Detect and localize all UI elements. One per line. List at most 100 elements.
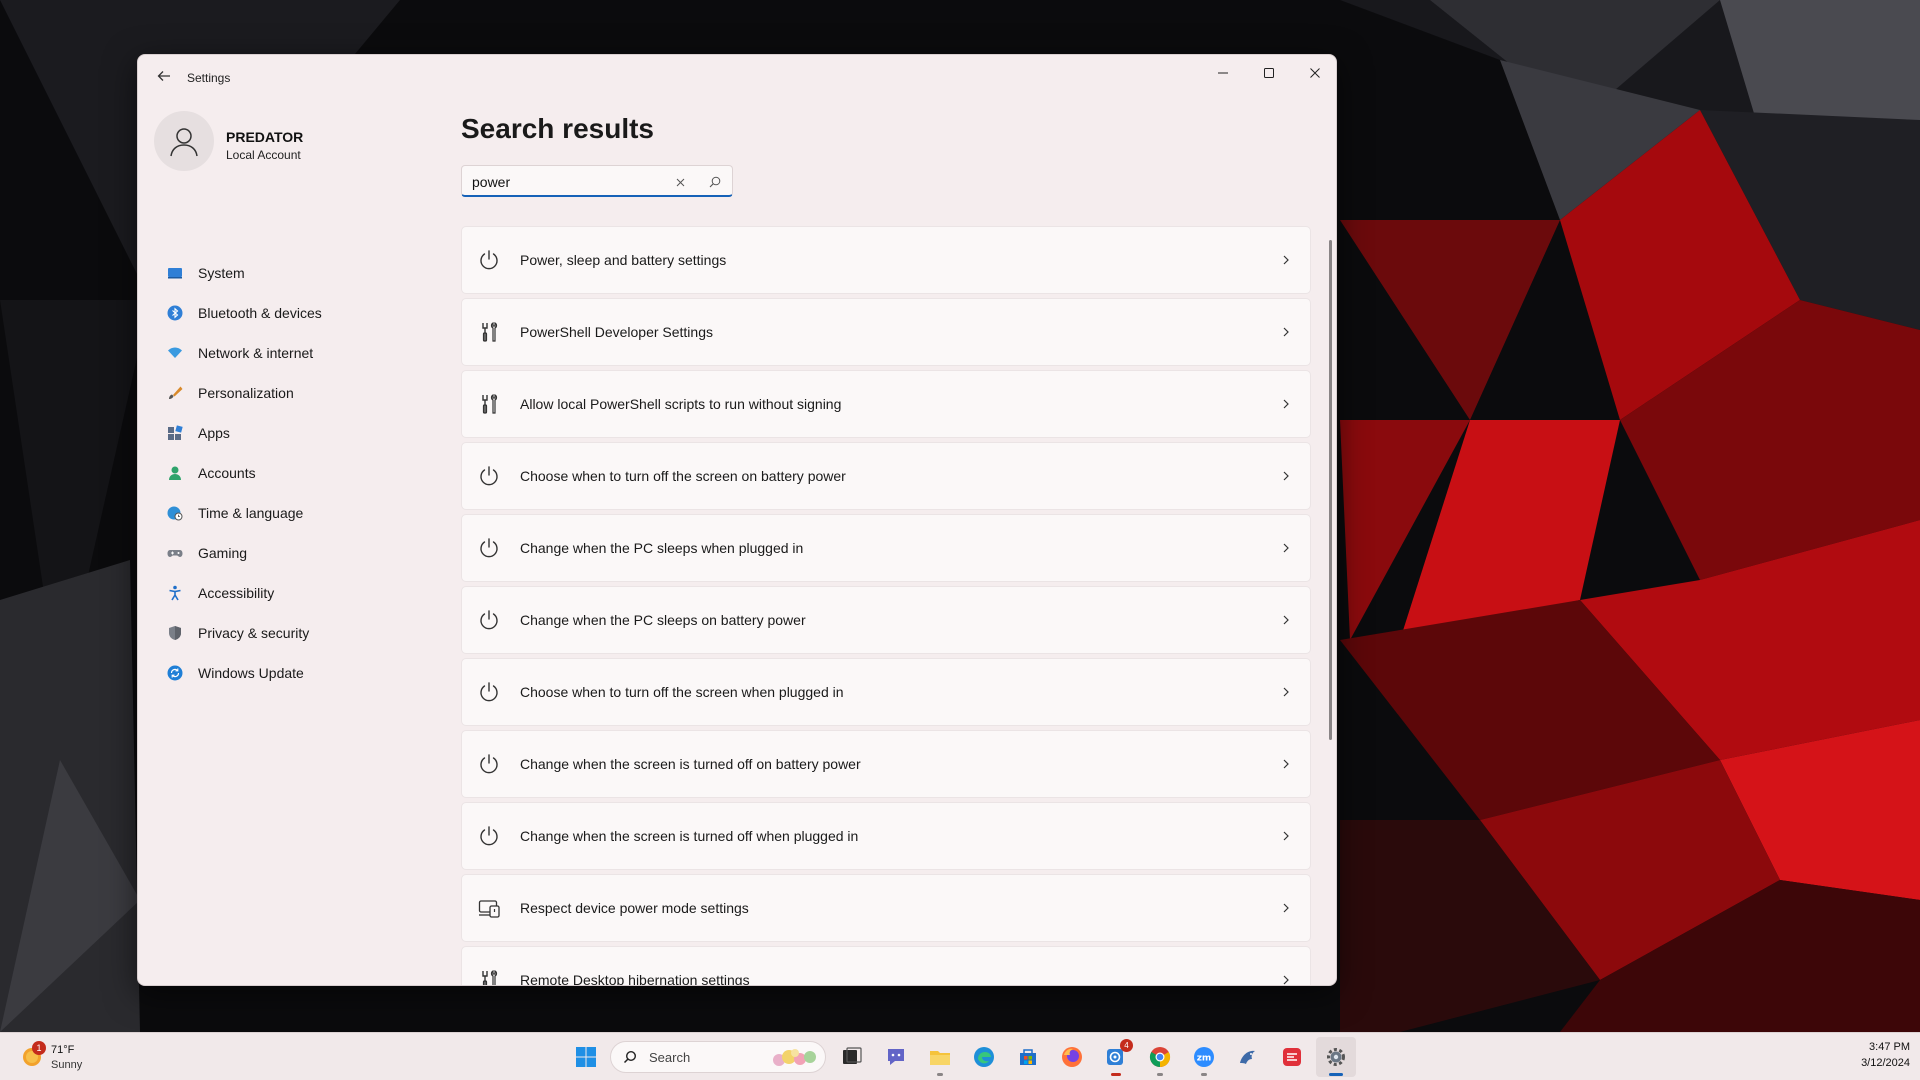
file-explorer-button[interactable] — [920, 1037, 960, 1077]
update-icon — [167, 665, 183, 681]
title-bar: Settings — [138, 55, 1336, 103]
settings-button[interactable] — [1316, 1037, 1356, 1077]
globe-clock-icon — [167, 505, 183, 521]
user-profile[interactable]: PREDATOR Local Account — [154, 111, 454, 175]
settings-window: Settings PREDATOR Local Account System B… — [137, 54, 1337, 986]
sidebar-item-label: Network & internet — [198, 345, 314, 361]
minimize-icon — [1218, 72, 1228, 74]
minimize-button[interactable] — [1200, 55, 1246, 91]
shield-icon — [167, 625, 183, 641]
bird-icon — [1240, 1050, 1255, 1064]
accessibility-icon — [167, 585, 183, 601]
system-clock[interactable]: 3:47 PM 3/12/2024 — [1840, 1041, 1910, 1069]
settings-search-input[interactable] — [472, 172, 662, 192]
result-screen-turned-off-battery[interactable]: Change when the screen is turned off on … — [461, 730, 1311, 798]
taskbar-search[interactable]: Search — [610, 1041, 826, 1073]
result-remote-desktop-hibernation[interactable]: Remote Desktop hibernation settings — [461, 946, 1311, 985]
edge-button[interactable] — [964, 1037, 1004, 1077]
sidebar-item-system[interactable]: System — [154, 255, 444, 291]
result-label: Power, sleep and battery settings — [520, 252, 727, 268]
chevron-right-icon — [1278, 900, 1294, 916]
result-screen-turned-off-plugged-in[interactable]: Change when the screen is turned off whe… — [461, 802, 1311, 870]
chrome-button[interactable] — [1140, 1037, 1180, 1077]
user-icon — [170, 128, 198, 157]
system-icon — [167, 265, 183, 281]
close-button[interactable] — [1292, 55, 1336, 91]
sidebar-item-label: Gaming — [198, 545, 248, 561]
clear-search-button[interactable] — [670, 172, 690, 192]
sidebar-nav: System Bluetooth & devices Network & int… — [154, 255, 444, 695]
search-submit-button[interactable] — [705, 172, 725, 192]
accounts-icon — [167, 465, 183, 481]
chat-icon — [888, 1049, 904, 1065]
chevron-right-icon — [1278, 396, 1294, 412]
power-icon — [478, 753, 500, 775]
sidebar-item-bluetooth[interactable]: Bluetooth & devices — [154, 295, 444, 331]
result-screen-off-battery[interactable]: Choose when to turn off the screen on ba… — [461, 442, 1311, 510]
power-icon — [478, 465, 500, 487]
results-scrollbar[interactable] — [1329, 240, 1332, 740]
sidebar-item-privacy-security[interactable]: Privacy & security — [154, 615, 444, 651]
developer-tools-icon — [478, 969, 500, 985]
start-button[interactable] — [566, 1037, 606, 1077]
sidebar-item-accounts[interactable]: Accounts — [154, 455, 444, 491]
chevron-right-icon — [1278, 252, 1294, 268]
back-button[interactable] — [152, 67, 176, 91]
sidebar-item-label: Privacy & security — [198, 625, 310, 641]
sidebar-item-label: Bluetooth & devices — [198, 305, 322, 321]
taskbar: 1 71°F Sunny Search 4 zm 3:47 PM 3/12/20… — [0, 1032, 1920, 1080]
page-title: Search results — [461, 113, 654, 144]
store-icon — [1020, 1049, 1036, 1065]
maximize-icon — [1264, 68, 1274, 78]
running-indicator — [937, 1073, 943, 1076]
sidebar-item-windows-update[interactable]: Windows Update — [154, 655, 444, 691]
result-label: Change when the screen is turned off on … — [520, 756, 861, 772]
gamepad-icon — [167, 545, 183, 561]
sidebar-item-gaming[interactable]: Gaming — [154, 535, 444, 571]
red-app-icon — [1283, 1048, 1301, 1066]
result-label: Change when the PC sleeps when plugged i… — [520, 540, 804, 556]
running-indicator — [1201, 1073, 1207, 1076]
sidebar-item-apps[interactable]: Apps — [154, 415, 444, 451]
avatar — [154, 111, 214, 171]
app-red-button[interactable] — [1272, 1037, 1312, 1077]
attention-indicator — [1111, 1073, 1121, 1076]
svg-text:zm: zm — [1197, 1054, 1212, 1064]
sidebar-item-label: System — [198, 265, 245, 281]
sidebar-item-network[interactable]: Network & internet — [154, 335, 444, 371]
result-screen-off-plugged-in[interactable]: Choose when to turn off the screen when … — [461, 658, 1311, 726]
result-device-power-mode[interactable]: Respect device power mode settings — [461, 874, 1311, 942]
chevron-right-icon — [1278, 324, 1294, 340]
maximize-button[interactable] — [1246, 55, 1292, 91]
profile-name: PREDATOR — [226, 129, 304, 145]
settings-search-box — [461, 165, 733, 197]
app-bird-button[interactable] — [1228, 1037, 1268, 1077]
result-allow-powershell-scripts[interactable]: Allow local PowerShell scripts to run wi… — [461, 370, 1311, 438]
arrow-left-icon — [157, 71, 170, 81]
firefox-button[interactable] — [1052, 1037, 1092, 1077]
sidebar-item-personalization[interactable]: Personalization — [154, 375, 444, 411]
brush-icon — [167, 385, 183, 401]
close-icon — [676, 178, 684, 186]
teams-button[interactable]: 4 — [1096, 1037, 1136, 1077]
folder-icon — [930, 1051, 950, 1065]
sidebar-item-accessibility[interactable]: Accessibility — [154, 575, 444, 611]
task-view-button[interactable] — [832, 1037, 872, 1077]
result-power-sleep-battery[interactable]: Power, sleep and battery settings — [461, 226, 1311, 294]
power-icon — [478, 537, 500, 559]
sidebar-item-label: Accessibility — [198, 585, 275, 601]
sidebar-item-time-language[interactable]: Time & language — [154, 495, 444, 531]
apps-icon — [167, 425, 183, 441]
power-icon — [478, 609, 500, 631]
result-pc-sleeps-plugged-in[interactable]: Change when the PC sleeps when plugged i… — [461, 514, 1311, 582]
taskbar-search-label: Search — [649, 1049, 691, 1065]
store-button[interactable] — [1008, 1037, 1048, 1077]
result-powershell-developer[interactable]: PowerShell Developer Settings — [461, 298, 1311, 366]
chat-button[interactable] — [876, 1037, 916, 1077]
zoom-button[interactable]: zm — [1184, 1037, 1224, 1077]
weather-widget[interactable]: 1 71°F Sunny — [20, 1041, 160, 1073]
search-results-list: Power, sleep and battery settings PowerS… — [461, 226, 1311, 985]
power-icon — [478, 681, 500, 703]
chrome-icon — [1149, 1047, 1171, 1068]
result-pc-sleeps-battery[interactable]: Change when the PC sleeps on battery pow… — [461, 586, 1311, 654]
